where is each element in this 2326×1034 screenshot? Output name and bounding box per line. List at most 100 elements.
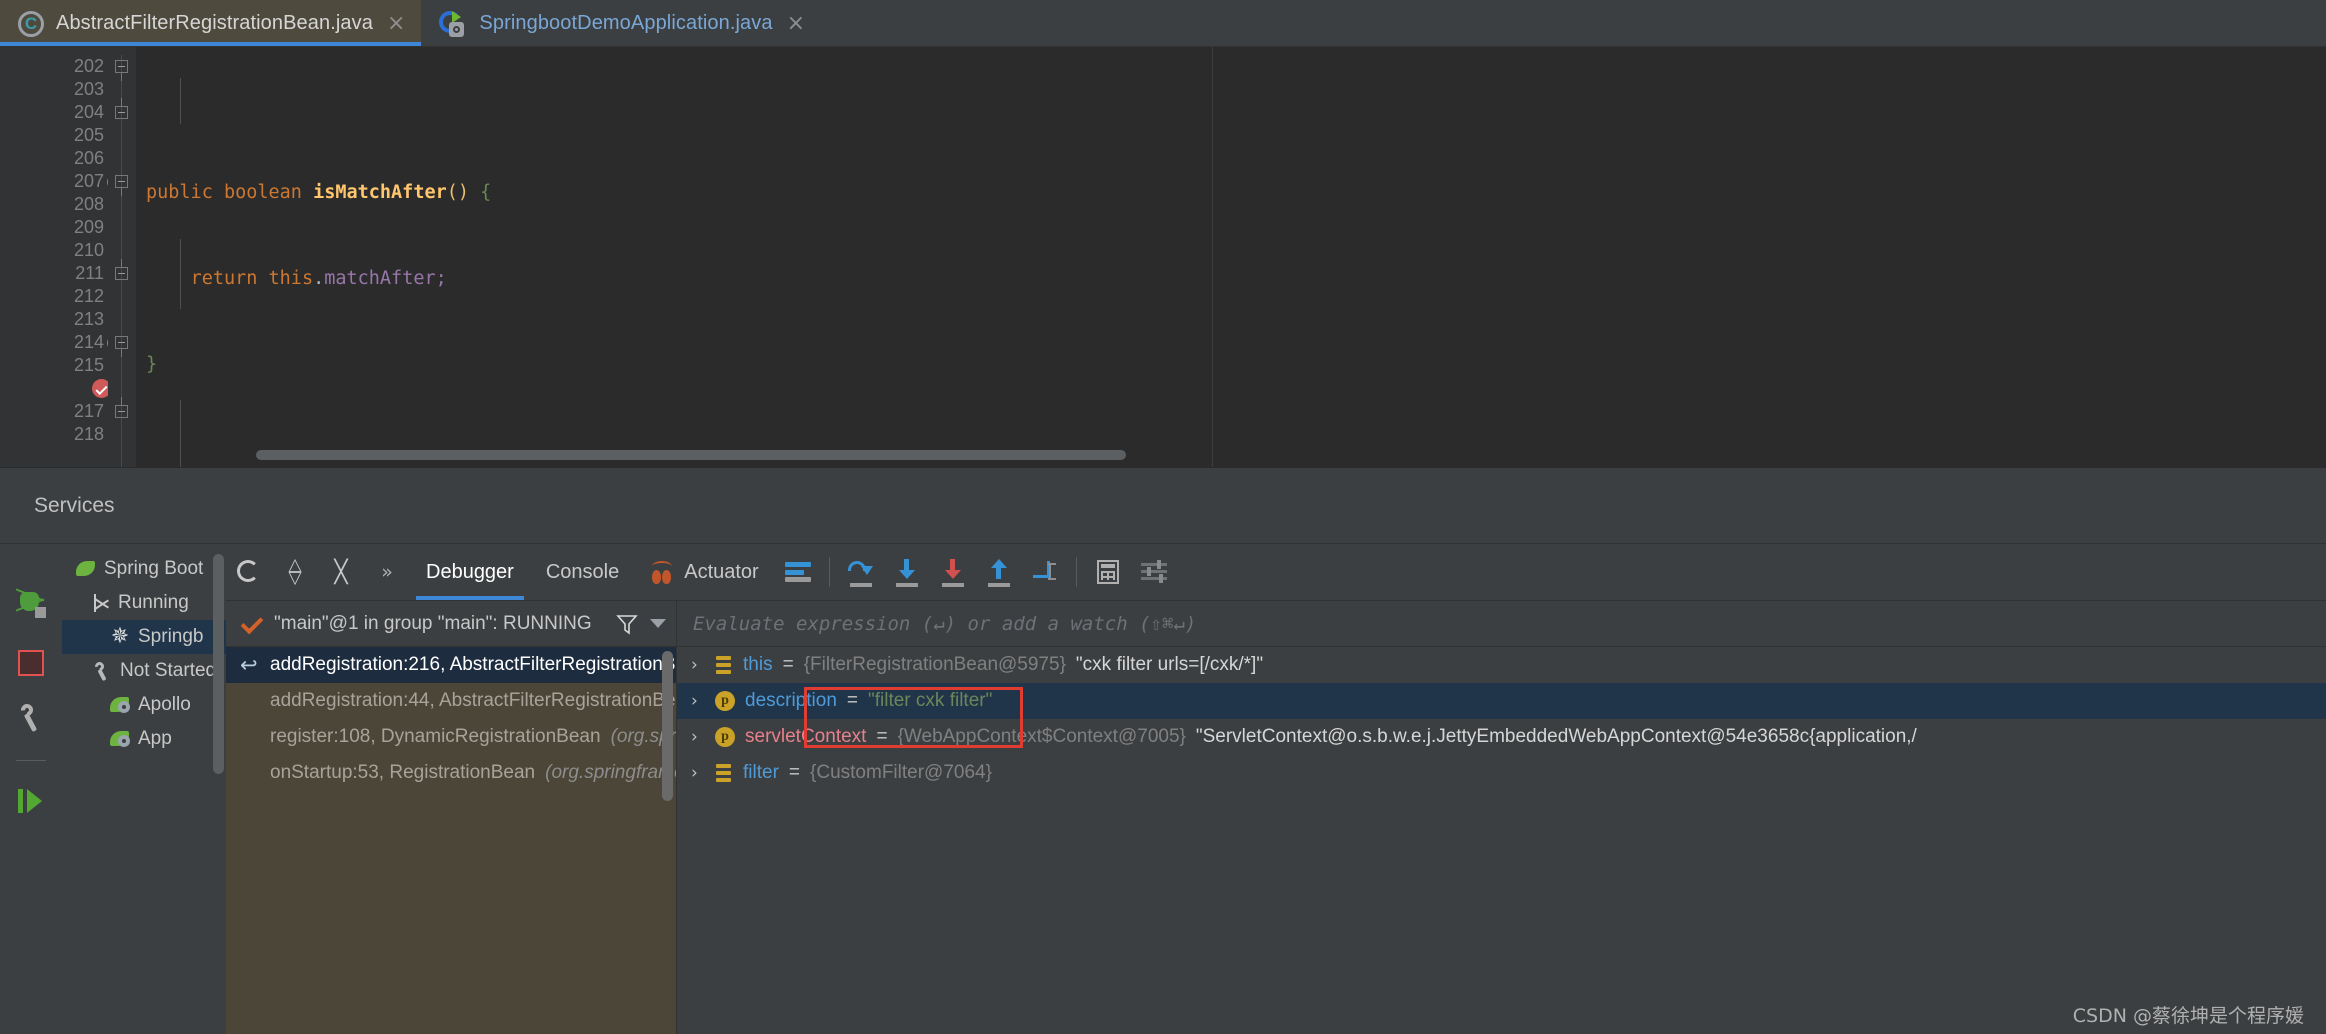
code-text-area[interactable]: public boolean isMatchAfter() { return t… xyxy=(136,47,2326,467)
step-over-icon[interactable] xyxy=(838,549,884,595)
line-number: 217 xyxy=(73,401,104,421)
fold-collapse-icon[interactable] xyxy=(115,175,128,196)
fold-collapse-icon[interactable] xyxy=(115,336,128,357)
thread-selector[interactable]: "main"@1 in group "main": RUNNING xyxy=(226,601,676,647)
editor-tabbar: AbstractFilterRegistrationBean.java × Sp… xyxy=(0,0,2326,47)
expand-collapse-icon[interactable]: △ ▽ xyxy=(272,549,318,595)
close-icon[interactable]: ╳ xyxy=(318,549,364,595)
gutter-line[interactable]: 208 xyxy=(0,193,108,216)
editor-horizontal-scrollbar[interactable] xyxy=(256,450,1126,460)
chevron-down-icon[interactable] xyxy=(650,619,666,628)
gutter-line[interactable]: 204 xyxy=(0,101,108,124)
services-tree-item-springboot-app[interactable]: ✵ Springb xyxy=(62,620,226,654)
gutter-line[interactable]: 213 xyxy=(0,308,108,331)
gutter-line[interactable]: 206 xyxy=(0,147,108,170)
frame-name: register:108, DynamicRegistrationBean xyxy=(270,726,601,747)
more-icon[interactable]: » xyxy=(364,549,410,595)
variables-list[interactable]: › this = {FilterRegistrationBean@5975} "… xyxy=(677,647,2326,1034)
debug-bug-icon[interactable] xyxy=(14,586,48,620)
debugger-main: △ ▽ ╳ » Debugger Console Actuator "main"… xyxy=(226,544,2326,1034)
call-stack-row[interactable]: register:108, DynamicRegistrationBean (o… xyxy=(226,719,676,755)
code-folding-column[interactable] xyxy=(108,47,136,467)
editor-tab-springbootdemoapplication[interactable]: SpringbootDemoApplication.java × xyxy=(421,0,821,47)
gutter-line[interactable]: 209 xyxy=(0,216,108,239)
services-tree[interactable]: Spring Boot Running ✵ Springb Not Starte… xyxy=(62,544,226,1034)
fold-collapse-icon[interactable] xyxy=(115,60,128,81)
editor-gutter[interactable]: 202 203 204 205 206 207I 208 209 210 211… xyxy=(0,47,134,467)
services-tree-item-spring-boot[interactable]: Spring Boot xyxy=(62,552,226,586)
fold-collapse-icon[interactable] xyxy=(115,259,128,280)
force-step-into-icon[interactable] xyxy=(930,549,976,595)
gutter-line[interactable]: 203 xyxy=(0,78,126,101)
step-into-icon[interactable] xyxy=(884,549,930,595)
resume-program-icon[interactable] xyxy=(16,787,46,815)
code-line-204[interactable]: } xyxy=(136,353,2326,376)
gutter-line[interactable]: 211 xyxy=(0,262,108,285)
call-stack-scrollbar[interactable] xyxy=(662,651,673,801)
line-number: 212 xyxy=(73,286,104,306)
services-tree-scrollbar[interactable] xyxy=(213,554,224,774)
gutter-line[interactable]: 212 xyxy=(0,285,108,308)
gutter-line[interactable] xyxy=(0,377,128,400)
layers-icon[interactable] xyxy=(775,549,821,595)
line-number: 218 xyxy=(73,424,104,444)
gutter-line[interactable]: 207I xyxy=(0,170,134,193)
chevron-right-icon[interactable]: › xyxy=(691,655,705,675)
tab-actuator[interactable]: Actuator xyxy=(635,544,774,600)
close-icon[interactable]: × xyxy=(385,12,407,35)
call-stack-row[interactable]: ↩ addRegistration:216, AbstractFilterReg… xyxy=(226,647,676,683)
chevron-right-icon[interactable]: › xyxy=(691,727,705,747)
services-tool-window-header: Services xyxy=(0,467,2326,543)
services-tree-item-app[interactable]: App xyxy=(62,722,226,756)
settings-sliders-icon[interactable] xyxy=(1131,549,1177,595)
variable-type: {CustomFilter@7064} xyxy=(810,762,992,783)
run-to-cursor-icon[interactable] xyxy=(1022,549,1068,595)
evaluate-placeholder: Evaluate expression (↵) or add a watch (… xyxy=(693,612,1197,635)
gutter-line[interactable]: 205 xyxy=(0,124,108,147)
code-token: . xyxy=(313,268,325,289)
evaluate-expression-field[interactable]: Evaluate expression (↵) or add a watch (… xyxy=(677,601,2326,647)
gutter-line[interactable]: 210 xyxy=(0,239,126,262)
code-editor[interactable]: 202 203 204 205 206 207I 208 209 210 211… xyxy=(0,47,2326,467)
gutter-line[interactable]: 202 xyxy=(0,55,108,78)
stop-button-icon[interactable] xyxy=(18,650,44,676)
call-stack-row[interactable]: onStartup:53, RegistrationBean (org.spri… xyxy=(226,755,676,791)
evaluate-expression-icon[interactable] xyxy=(1085,549,1131,595)
rerun-icon[interactable] xyxy=(226,549,272,595)
chevron-right-icon[interactable]: › xyxy=(691,691,705,711)
gutter-line[interactable]: 215 xyxy=(0,354,108,377)
variable-row-this[interactable]: › this = {FilterRegistrationBean@5975} "… xyxy=(677,647,2326,683)
chevron-right-icon[interactable]: › xyxy=(691,763,705,783)
gutter-line[interactable]: 218 xyxy=(0,423,108,446)
equals-sign: = xyxy=(788,762,801,783)
gutter-line[interactable]: 217 xyxy=(0,400,108,423)
line-number: 207 xyxy=(73,171,104,191)
equals-sign: = xyxy=(782,654,794,675)
variable-row-filter[interactable]: › filter = {CustomFilter@7064} xyxy=(677,755,2326,791)
tree-item-label: Not Started xyxy=(120,660,217,681)
tab-debugger[interactable]: Debugger xyxy=(410,544,530,600)
code-line-202[interactable]: public boolean isMatchAfter() { xyxy=(136,181,2326,204)
variable-row-description[interactable]: › p description = "filter cxk filter" xyxy=(677,683,2326,719)
step-out-icon[interactable] xyxy=(976,549,1022,595)
tab-console[interactable]: Console xyxy=(530,544,635,600)
editor-tab-abstractfilterregistrationbean[interactable]: AbstractFilterRegistrationBean.java × xyxy=(0,0,422,47)
wrench-settings-icon[interactable] xyxy=(15,702,47,734)
filter-icon[interactable] xyxy=(616,613,638,635)
services-tree-item-apollo[interactable]: Apollo xyxy=(62,688,226,722)
variable-name: this xyxy=(743,654,773,675)
call-stack-list[interactable]: ↩ addRegistration:216, AbstractFilterReg… xyxy=(226,647,676,1034)
variable-row-servletcontext[interactable]: › p servletContext = {WebAppContext$Cont… xyxy=(677,719,2326,755)
fold-collapse-icon[interactable] xyxy=(115,98,128,119)
code-line-203[interactable]: return this.matchAfter; xyxy=(136,267,2326,290)
services-tree-item-not-started[interactable]: Not Started xyxy=(62,654,226,688)
services-tree-item-running[interactable]: Running xyxy=(62,586,226,620)
close-icon[interactable]: × xyxy=(785,12,807,35)
orange-check-icon xyxy=(240,613,262,635)
fold-collapse-icon[interactable] xyxy=(115,397,128,418)
code-token: () xyxy=(446,182,470,203)
wrench-icon xyxy=(92,661,112,681)
gutter-line[interactable]: 214I xyxy=(0,331,134,354)
call-stack-row[interactable]: addRegistration:44, AbstractFilterRegist… xyxy=(226,683,676,719)
equals-sign: = xyxy=(876,726,888,747)
